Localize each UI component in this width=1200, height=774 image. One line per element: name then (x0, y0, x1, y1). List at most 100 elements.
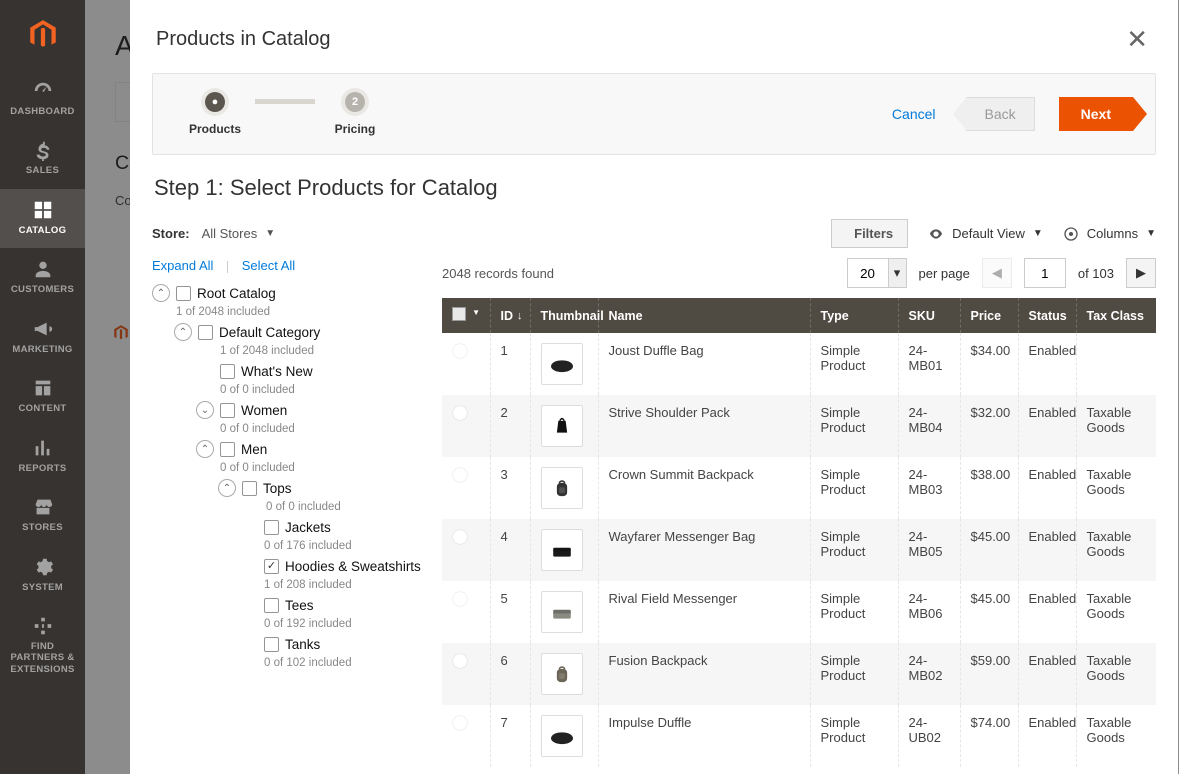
table-row[interactable]: 2Strive Shoulder PackSimple Product24-MB… (442, 395, 1156, 457)
next-button[interactable]: Next (1059, 97, 1133, 131)
cell-status: Enabled (1018, 395, 1076, 457)
magento-logo (0, 0, 85, 70)
select-all-link[interactable]: Select All (242, 258, 295, 273)
col-price[interactable]: Price (960, 298, 1018, 333)
expand-icon[interactable]: ⌄ (196, 401, 214, 419)
root-catalog-checkbox[interactable] (176, 286, 191, 301)
col-status[interactable]: Status (1018, 298, 1076, 333)
table-row[interactable]: 7Impulse DuffleSimple Product24-UB02$74.… (442, 705, 1156, 767)
nav-dashboard[interactable]: DASHBOARD (0, 70, 85, 129)
tree-node-jackets[interactable]: Jackets (285, 520, 331, 535)
tree-node-whats-new[interactable]: What's New (241, 364, 313, 379)
col-select[interactable]: ▼ (442, 298, 490, 333)
tree-node-tops[interactable]: Tops (263, 481, 292, 496)
tree-node-hoodies[interactable]: Hoodies & Sweatshirts (285, 559, 421, 574)
nav-stores[interactable]: STORES (0, 486, 85, 545)
cell-id: 3 (490, 457, 530, 519)
jackets-checkbox[interactable] (264, 520, 279, 535)
cell-sku: 24-MB05 (898, 519, 960, 581)
default-view-select[interactable]: Default View▼ (928, 226, 1043, 242)
step-pricing[interactable]: 2 Pricing (315, 92, 395, 136)
cell-tax: Taxable Goods (1076, 581, 1156, 643)
cell-sku: 24-MB06 (898, 581, 960, 643)
tees-checkbox[interactable] (264, 598, 279, 613)
cell-tax: Taxable Goods (1076, 457, 1156, 519)
product-thumbnail (541, 529, 583, 571)
modal-title: Products in Catalog (156, 28, 331, 51)
product-thumbnail (541, 343, 583, 385)
store-select[interactable]: All Stores▼ (202, 226, 276, 241)
collapse-icon[interactable]: ⌃ (152, 284, 170, 302)
next-page-button[interactable]: ▶ (1126, 258, 1156, 288)
col-sku[interactable]: SKU (898, 298, 960, 333)
cancel-button[interactable]: Cancel (886, 105, 942, 123)
cell-price: $38.00 (960, 457, 1018, 519)
women-checkbox[interactable] (220, 403, 235, 418)
catalog-icon (32, 199, 54, 221)
tree-node-root[interactable]: Root Catalog (197, 286, 276, 301)
tree-node-tanks[interactable]: Tanks (285, 637, 320, 652)
col-type[interactable]: Type (810, 298, 898, 333)
collapse-icon[interactable]: ⌃ (196, 440, 214, 458)
nav-reports[interactable]: REPORTS (0, 427, 85, 486)
table-row[interactable]: 6Fusion BackpackSimple Product24-MB02$59… (442, 643, 1156, 705)
cell-id: 7 (490, 705, 530, 767)
page-input[interactable] (1024, 258, 1066, 288)
per-page-select[interactable]: ▾ (847, 258, 907, 288)
columns-select[interactable]: Columns▼ (1063, 226, 1156, 242)
tree-node-men[interactable]: Men (241, 442, 267, 457)
default-category-checkbox[interactable] (198, 325, 213, 340)
nav-customers[interactable]: CUSTOMERS (0, 248, 85, 307)
step-title: Step 1: Select Products for Catalog (154, 175, 1156, 201)
category-tree-panel: Expand All Select All ⌃ Root Catalog 1 o… (152, 258, 422, 671)
nav-partners[interactable]: FIND PARTNERS & EXTENSIONS (0, 605, 85, 687)
col-thumbnail[interactable]: Thumbnail (530, 298, 598, 333)
content-icon (32, 377, 54, 399)
products-catalog-modal: Products in Catalog ✕ ● Products 2 Prici… (130, 0, 1178, 774)
cell-price: $32.00 (960, 395, 1018, 457)
cell-id: 6 (490, 643, 530, 705)
nav-marketing[interactable]: MARKETING (0, 308, 85, 367)
col-name[interactable]: Name (598, 298, 810, 333)
col-id[interactable]: ID↓ (490, 298, 530, 333)
tree-node-default[interactable]: Default Category (219, 325, 320, 340)
cell-status: Enabled (1018, 643, 1076, 705)
per-page-input[interactable] (848, 259, 888, 287)
col-tax[interactable]: Tax Class (1076, 298, 1156, 333)
nav-catalog[interactable]: CATALOG (0, 189, 85, 248)
cell-price: $34.00 (960, 333, 1018, 395)
tree-node-tees[interactable]: Tees (285, 598, 314, 613)
tops-checkbox[interactable] (242, 481, 257, 496)
product-thumbnail (541, 715, 583, 757)
cell-sku: 24-MB03 (898, 457, 960, 519)
cell-sku: 24-MB02 (898, 643, 960, 705)
collapse-icon[interactable]: ⌃ (218, 479, 236, 497)
close-button[interactable]: ✕ (1122, 20, 1152, 59)
product-thumbnail (541, 591, 583, 633)
table-row[interactable]: 3Crown Summit BackpackSimple Product24-M… (442, 457, 1156, 519)
men-checkbox[interactable] (220, 442, 235, 457)
hoodies-checkbox[interactable] (264, 559, 279, 574)
chevron-down-icon[interactable]: ▾ (888, 259, 906, 287)
filters-button[interactable]: Filters (831, 219, 908, 248)
whats-new-checkbox[interactable] (220, 364, 235, 379)
cell-price: $59.00 (960, 643, 1018, 705)
collapse-icon[interactable]: ⌃ (174, 323, 192, 341)
tanks-checkbox[interactable] (264, 637, 279, 652)
cell-price: $74.00 (960, 705, 1018, 767)
table-row[interactable]: 4Wayfarer Messenger BagSimple Product24-… (442, 519, 1156, 581)
table-row[interactable]: 1Joust Duffle BagSimple Product24-MB01$3… (442, 333, 1156, 395)
cell-id: 5 (490, 581, 530, 643)
cell-name: Crown Summit Backpack (598, 457, 810, 519)
table-row[interactable]: 5Rival Field MessengerSimple Product24-M… (442, 581, 1156, 643)
tree-node-women[interactable]: Women (241, 403, 287, 418)
cell-type: Simple Product (810, 333, 898, 395)
step-products[interactable]: ● Products (175, 92, 255, 136)
nav-content[interactable]: CONTENT (0, 367, 85, 426)
nav-system[interactable]: SYSTEM (0, 546, 85, 605)
nav-sales[interactable]: SALES (0, 129, 85, 188)
expand-all-link[interactable]: Expand All (152, 258, 213, 273)
system-icon (32, 556, 54, 578)
cell-name: Joust Duffle Bag (598, 333, 810, 395)
cell-id: 2 (490, 395, 530, 457)
